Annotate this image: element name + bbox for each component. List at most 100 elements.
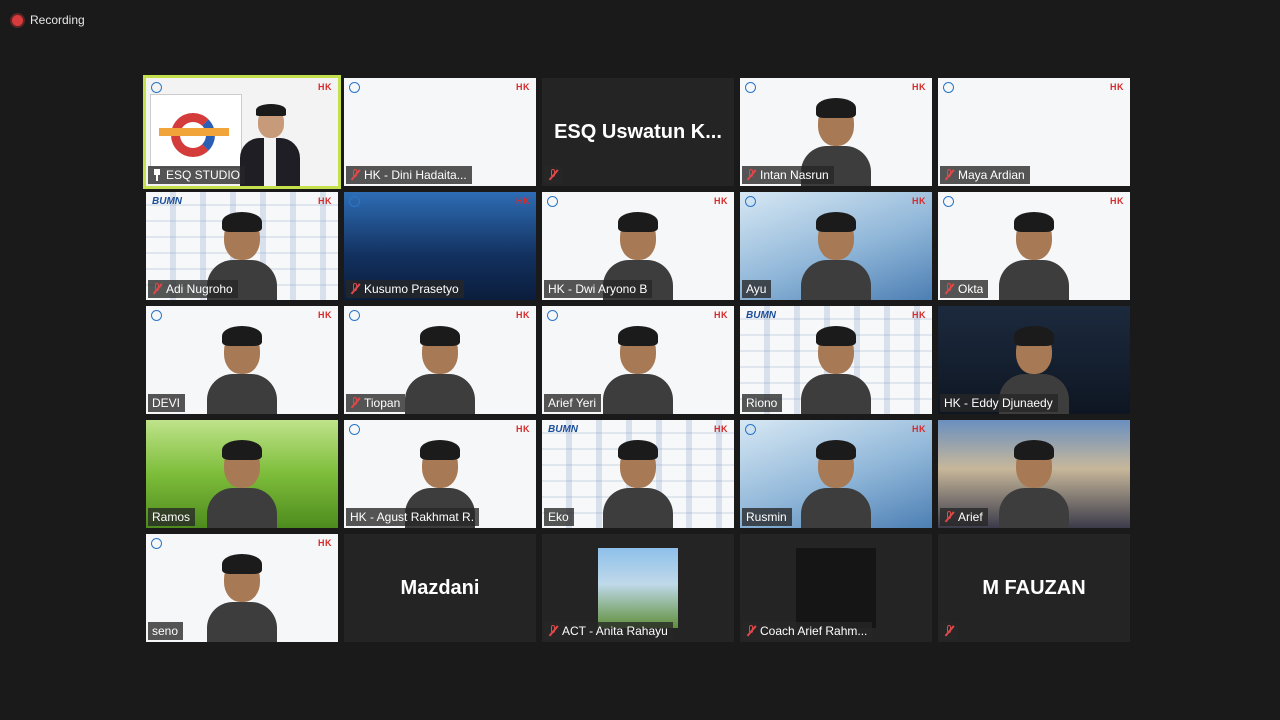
event-logo-icon xyxy=(349,310,360,321)
slide-arrow-graphic xyxy=(159,128,229,136)
person-hair xyxy=(222,554,262,574)
mic-muted-icon xyxy=(548,169,558,181)
participant-tile[interactable]: Arief xyxy=(938,420,1130,528)
mic-muted-icon xyxy=(944,169,954,181)
participant-tile[interactable]: BUMN HK Riono xyxy=(740,306,932,414)
hk-logo: HK xyxy=(318,196,332,206)
participant-tile[interactable]: HK Ayu xyxy=(740,192,932,300)
presentation-slide xyxy=(150,94,242,168)
presenter-shirt xyxy=(264,138,276,186)
mic-muted-icon xyxy=(944,283,954,295)
participant-tile[interactable]: HK DEVI xyxy=(146,306,338,414)
participant-tile[interactable]: Mazdani xyxy=(344,534,536,642)
person-body xyxy=(207,374,277,414)
person-hair xyxy=(222,326,262,346)
person-body xyxy=(801,260,871,300)
recording-label: Recording xyxy=(30,13,85,27)
participant-name-label: Adi Nugroho xyxy=(148,280,238,298)
bumn-logo: BUMN xyxy=(548,424,578,435)
participant-tile[interactable]: M FAUZAN xyxy=(938,534,1130,642)
participant-name: HK - Dini Hadaita... xyxy=(364,168,467,182)
person-hair xyxy=(222,212,262,232)
participant-name: Ramos xyxy=(152,510,191,524)
participant-video-person xyxy=(207,436,277,528)
participant-name: Coach Arief Rahm... xyxy=(760,624,868,638)
person-hair xyxy=(420,440,460,460)
participant-video-person xyxy=(603,322,673,414)
participant-name-label: HK - Dwi Aryono B xyxy=(544,280,653,298)
participant-tile[interactable]: HK Arief Yeri xyxy=(542,306,734,414)
participant-tile[interactable]: HK HK - Dini Hadaita... xyxy=(344,78,536,186)
participant-tile[interactable]: BUMN HK Eko xyxy=(542,420,734,528)
participant-tile[interactable]: HK Rusmin xyxy=(740,420,932,528)
participant-name-label: ACT - Anita Rahayu xyxy=(544,622,673,640)
participant-tile[interactable]: HK Maya Ardian xyxy=(938,78,1130,186)
participant-name: Adi Nugroho xyxy=(166,282,233,296)
participant-tile[interactable]: BUMN HK Adi Nugroho xyxy=(146,192,338,300)
participant-tile[interactable]: HK Intan Nasrun xyxy=(740,78,932,186)
hk-logo: HK xyxy=(1110,82,1124,92)
participant-tile[interactable]: ESQ Uswatun K... xyxy=(542,78,734,186)
participant-name-label: Ayu xyxy=(742,280,772,298)
person-body xyxy=(999,260,1069,300)
participant-avatar xyxy=(598,548,678,628)
participant-name-label: Rusmin xyxy=(742,508,792,526)
participant-video-person xyxy=(801,322,871,414)
mic-muted-icon xyxy=(350,169,360,181)
participant-tile[interactable]: Ramos xyxy=(146,420,338,528)
person-hair xyxy=(420,326,460,346)
event-logo-icon xyxy=(349,424,360,435)
participant-name-label: Ramos xyxy=(148,508,196,526)
person-hair xyxy=(1014,212,1054,232)
participant-video-person xyxy=(999,436,1069,528)
hk-logo: HK xyxy=(912,424,926,434)
participant-name-label: seno xyxy=(148,622,184,640)
participant-name: HK - Agust Rakhmat R. xyxy=(350,510,475,524)
person-body xyxy=(801,488,871,528)
person-hair xyxy=(816,326,856,346)
participant-tile[interactable]: Coach Arief Rahm... xyxy=(740,534,932,642)
participant-tile[interactable]: HK Tiopan xyxy=(344,306,536,414)
participant-name-label: Tiopan xyxy=(346,394,406,412)
person-body xyxy=(603,488,673,528)
person-hair xyxy=(618,326,658,346)
event-logo-icon xyxy=(547,196,558,207)
event-logo-icon xyxy=(547,310,558,321)
participant-name: Arief Yeri xyxy=(548,396,597,410)
participant-name-label: Maya Ardian xyxy=(940,166,1030,184)
participant-name-label: Intan Nasrun xyxy=(742,166,834,184)
participant-name: ESQ STUDIO xyxy=(166,168,241,182)
mic-muted-icon xyxy=(746,169,756,181)
hk-logo: HK xyxy=(912,82,926,92)
participant-tile[interactable]: HK HK - Agust Rakhmat R. xyxy=(344,420,536,528)
bumn-logo: BUMN xyxy=(152,196,182,207)
video-grid: HK ESQ STUDIO HK HK - Dini Hadaita... ESQ Us… xyxy=(143,75,1130,642)
participant-name: Riono xyxy=(746,396,778,410)
participant-name: DEVI xyxy=(152,396,181,410)
participant-tile[interactable]: ACT - Anita Rahayu xyxy=(542,534,734,642)
participant-name-label: Eko xyxy=(544,508,574,526)
event-logo-icon xyxy=(151,538,162,549)
participant-tile[interactable]: HK HK - Dwi Aryono B xyxy=(542,192,734,300)
person-hair xyxy=(618,440,658,460)
presenter xyxy=(240,98,300,186)
participant-name-label: DEVI xyxy=(148,394,186,412)
participant-video-person xyxy=(405,322,475,414)
participant-tile[interactable]: HK - Eddy Djunaedy xyxy=(938,306,1130,414)
participant-name-display: Mazdani xyxy=(400,576,480,599)
recording-indicator: Recording xyxy=(12,12,85,28)
participant-name-label: HK - Agust Rakhmat R. xyxy=(346,508,480,526)
participant-name: Kusumo Prasetyo xyxy=(364,282,459,296)
participant-tile[interactable]: HK seno xyxy=(146,534,338,642)
hk-logo: HK xyxy=(516,196,530,206)
hk-logo: HK xyxy=(714,424,728,434)
participant-tile[interactable]: HK Kusumo Prasetyo xyxy=(344,192,536,300)
person-hair xyxy=(816,98,856,118)
person-hair xyxy=(222,440,262,460)
participant-tile[interactable]: HK Okta xyxy=(938,192,1130,300)
participant-name-label: Arief xyxy=(940,508,988,526)
participant-name-label: ESQ STUDIO xyxy=(148,166,246,184)
hk-logo: HK xyxy=(318,310,332,320)
participant-tile[interactable]: HK ESQ STUDIO xyxy=(143,75,341,189)
recording-dot-icon xyxy=(12,14,23,26)
